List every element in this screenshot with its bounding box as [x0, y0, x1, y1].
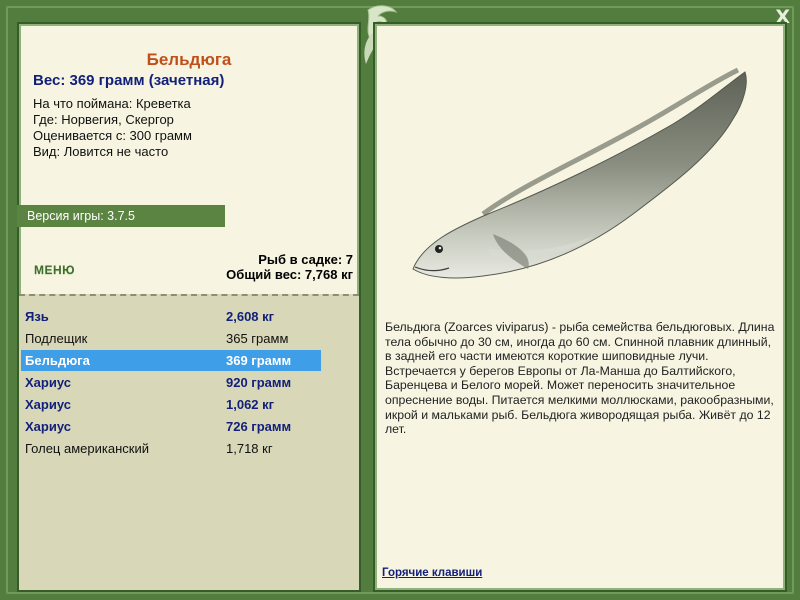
- catch-item-name: Голец американский: [25, 441, 149, 456]
- catch-list-item[interactable]: Хариус 920 грамм: [21, 372, 321, 393]
- catch-item-weight: 2,608 кг: [226, 309, 275, 324]
- fish-info-panel: Бельдюга Вес: 369 грамм (зачетная) На чт…: [17, 22, 361, 592]
- catch-list-item[interactable]: Хариус 1,062 кг: [21, 394, 321, 415]
- catch-item-weight: 1,062 кг: [226, 397, 275, 412]
- catch-list-item[interactable]: Бельдюга 369 грамм: [21, 350, 321, 371]
- catch-item-name: Бельдюга: [25, 353, 90, 368]
- catch-item-name: Язь: [25, 309, 49, 324]
- rating-info: Оценивается с: 300 грамм: [33, 128, 192, 143]
- catch-item-name: Хариус: [25, 397, 71, 412]
- fish-image: [412, 67, 747, 279]
- catch-list-item[interactable]: Язь 2,608 кг: [21, 306, 321, 327]
- catch-item-weight: 726 грамм: [226, 419, 292, 434]
- fish-weight: Вес: 369 грамм (зачетная): [33, 72, 225, 89]
- catch-item-name: Подлещик: [25, 331, 88, 346]
- keepnet-count: Рыб в садке: 7: [258, 252, 353, 267]
- fish-description: Бельдюга (Zoarces viviparus) - рыба семе…: [385, 320, 775, 437]
- catch-item-weight: 365 грамм: [226, 331, 289, 346]
- location-info: Где: Норвегия, Скергор: [33, 112, 174, 127]
- catch-item-weight: 920 грамм: [226, 375, 292, 390]
- rarity-info: Вид: Ловится не часто: [33, 144, 169, 159]
- catch-item-name: Хариус: [25, 375, 71, 390]
- fish-title: Бельдюга: [146, 50, 232, 69]
- keepnet-summary: Рыб в садке: 7 Общий вес: 7,768 кг: [226, 252, 353, 282]
- catch-item-weight: 369 грамм: [226, 353, 292, 368]
- catch-item-weight: 1,718 кг: [226, 441, 273, 456]
- hotkeys-link[interactable]: Горячие клавиши: [382, 567, 482, 579]
- game-version: Версия игры: 3.7.5: [17, 205, 225, 227]
- menu-button[interactable]: МЕНЮ: [34, 263, 75, 277]
- catch-list-item[interactable]: Хариус 726 грамм: [21, 416, 321, 437]
- fish-detail-panel: Бельдюга (Zoarces viviparus) - рыба семе…: [373, 22, 787, 592]
- bait-info: На что поймана: Креветка: [33, 96, 191, 111]
- catch-list-item[interactable]: Голец американский 1,718 кг: [21, 438, 321, 459]
- catch-list-item[interactable]: Подлещик 365 грамм: [21, 328, 321, 349]
- catch-item-name: Хариус: [25, 419, 71, 434]
- catch-list: Язь 2,608 кг Подлещик 365 грамм Бельдюга 369 …: [19, 294, 359, 590]
- keepnet-total-weight: Общий вес: 7,768 кг: [226, 267, 353, 282]
